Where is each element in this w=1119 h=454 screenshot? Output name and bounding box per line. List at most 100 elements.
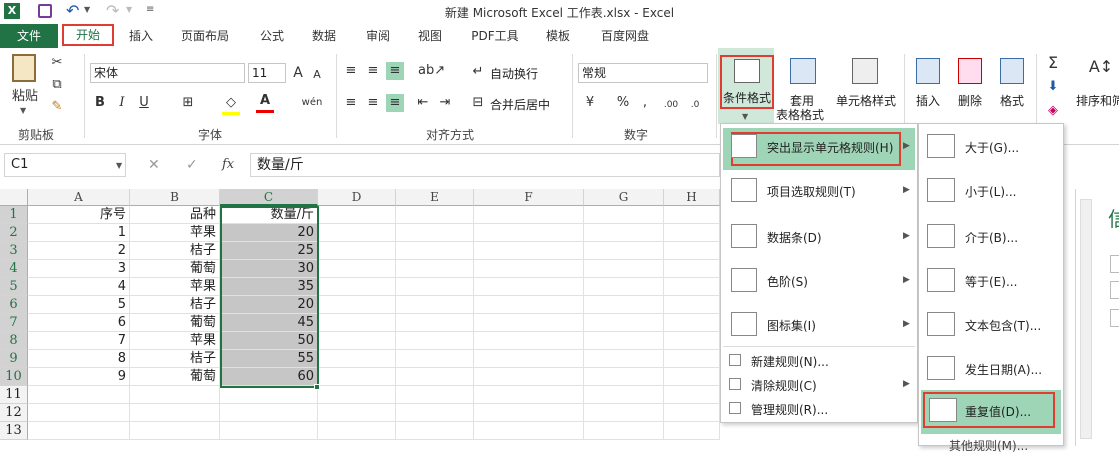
tab-data[interactable]: 数据 [302, 24, 346, 48]
row-header[interactable]: 10 [0, 368, 28, 386]
cell[interactable] [318, 224, 396, 242]
column-header[interactable]: E [396, 189, 474, 206]
cell[interactable] [584, 350, 664, 368]
highlight-rule-item[interactable]: 文本包含(T)... [965, 317, 1041, 334]
cell-style-button[interactable]: 单元格样式 [836, 92, 896, 109]
pane-input[interactable] [1110, 309, 1119, 327]
cell[interactable] [474, 368, 584, 386]
menu-item-duplicate-values[interactable]: 重复值(D)... [923, 392, 1055, 428]
border-icon[interactable]: ⊞ [180, 94, 196, 112]
cell[interactable]: 品种 [130, 206, 220, 224]
formula-input[interactable]: 数量/斤 [250, 153, 720, 177]
cell[interactable]: 6 [28, 314, 130, 332]
merge-center-button[interactable]: 合并后居中 [490, 96, 550, 113]
enter-icon[interactable]: ✓ [186, 157, 198, 173]
cell[interactable] [318, 260, 396, 278]
tab-baidu-netdisk[interactable]: 百度网盘 [590, 24, 660, 48]
cond-format-menu-item[interactable]: 清除规则(C) [751, 377, 817, 394]
cell[interactable] [474, 386, 584, 404]
highlight-rule-item[interactable]: 小于(L)... [965, 183, 1017, 200]
cell[interactable] [584, 332, 664, 350]
tab-page-layout[interactable]: 页面布局 [172, 24, 238, 48]
cell[interactable]: 苹果 [130, 332, 220, 350]
highlight-rule-item[interactable]: 等于(E)... [965, 273, 1017, 290]
cond-format-button[interactable]: 条件格式 [720, 55, 774, 109]
row-header[interactable]: 12 [0, 404, 28, 422]
cell[interactable] [584, 206, 664, 224]
cell[interactable] [474, 314, 584, 332]
underline-button[interactable]: U [136, 94, 152, 112]
cell[interactable] [664, 386, 720, 404]
highlight-rule-item[interactable]: 大于(G)... [965, 139, 1019, 156]
cell[interactable] [664, 368, 720, 386]
align-middle-icon[interactable]: ≡ [364, 62, 382, 80]
tab-review[interactable]: 审阅 [356, 24, 400, 48]
cond-format-menu-item[interactable]: 新建规则(N)... [751, 353, 829, 370]
cell[interactable] [396, 404, 474, 422]
pane-input[interactable] [1110, 255, 1119, 273]
comma-button[interactable]: , [638, 94, 652, 112]
cell[interactable] [664, 278, 720, 296]
tab-home[interactable]: 开始 [62, 24, 114, 46]
cell[interactable] [396, 368, 474, 386]
row-header[interactable]: 8 [0, 332, 28, 350]
cell[interactable] [584, 278, 664, 296]
cell[interactable]: 桔子 [130, 296, 220, 314]
cell[interactable] [664, 314, 720, 332]
cell[interactable] [664, 404, 720, 422]
cell[interactable] [474, 296, 584, 314]
cell[interactable]: 3 [28, 260, 130, 278]
cell[interactable] [396, 224, 474, 242]
cell[interactable] [584, 260, 664, 278]
align-center-icon[interactable]: ≡ [364, 94, 382, 112]
cell[interactable] [474, 206, 584, 224]
highlight-rule-item[interactable]: 介于(B)... [965, 229, 1018, 246]
select-all-corner[interactable] [0, 189, 28, 206]
cell[interactable] [318, 314, 396, 332]
cell[interactable] [318, 242, 396, 260]
column-header[interactable]: G [584, 189, 664, 206]
format-painter-icon[interactable]: ✎ [48, 98, 66, 116]
cell[interactable] [130, 386, 220, 404]
cell[interactable] [396, 242, 474, 260]
tab-insert[interactable]: 插入 [118, 24, 164, 48]
cell[interactable] [318, 386, 396, 404]
cell[interactable]: 桔子 [130, 350, 220, 368]
cell[interactable]: 葡萄 [130, 368, 220, 386]
sort-filter-icon[interactable]: A↕ [1088, 58, 1114, 76]
cancel-icon[interactable]: ✕ [148, 157, 160, 173]
tab-view[interactable]: 视图 [408, 24, 452, 48]
increase-decimal-icon[interactable]: .00 [660, 96, 682, 114]
cell[interactable] [664, 350, 720, 368]
bold-button[interactable]: B [92, 94, 108, 112]
column-header[interactable]: H [664, 189, 720, 206]
percent-button[interactable]: % [614, 94, 632, 112]
font-grow-button[interactable]: A [290, 64, 306, 82]
row-header[interactable]: 4 [0, 260, 28, 278]
font-shrink-button[interactable]: A [310, 66, 324, 84]
number-format-select[interactable]: 常规 [578, 63, 708, 83]
cell[interactable] [318, 350, 396, 368]
cell[interactable]: 序号 [28, 206, 130, 224]
column-header[interactable]: B [130, 189, 220, 206]
row-header[interactable]: 7 [0, 314, 28, 332]
cell[interactable] [130, 422, 220, 440]
tab-templates[interactable]: 模板 [536, 24, 580, 48]
name-box[interactable]: C1 [4, 153, 126, 177]
wrap-text-icon[interactable]: ↵ [470, 63, 486, 81]
cell[interactable] [474, 260, 584, 278]
cell[interactable] [664, 332, 720, 350]
column-header[interactable]: F [474, 189, 584, 206]
paste-icon[interactable] [12, 54, 36, 82]
fill-icon[interactable]: ⬇ [1044, 78, 1062, 96]
cell[interactable] [318, 278, 396, 296]
cell[interactable] [664, 206, 720, 224]
fill-color-icon[interactable]: ◇ [222, 94, 240, 115]
phonetic-icon[interactable]: wén [300, 94, 324, 112]
clear-icon[interactable]: ◈ [1044, 102, 1062, 120]
cond-format-menu-item[interactable]: 突出显示单元格规则(H) [767, 139, 893, 156]
insert-cells-button[interactable]: 插入 [916, 92, 940, 109]
cell[interactable] [584, 314, 664, 332]
cell[interactable] [396, 332, 474, 350]
cell[interactable] [474, 332, 584, 350]
